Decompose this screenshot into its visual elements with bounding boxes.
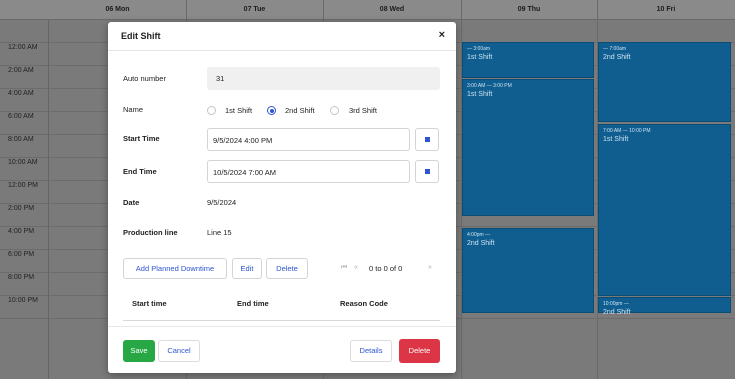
details-button[interactable]: Details <box>350 340 392 362</box>
edit-button[interactable]: Edit <box>232 258 262 279</box>
day-header-tue[interactable]: 07 Tue <box>186 0 323 20</box>
production-line-value: Line 15 <box>207 228 232 237</box>
time-label: 12:00 AM <box>8 44 38 51</box>
event-name: 2nd Shift <box>467 240 495 247</box>
event-time: — 3:00am <box>467 46 491 52</box>
first-page-icon[interactable]: ⏮ <box>341 264 347 272</box>
end-time-label: End Time <box>123 167 157 176</box>
event-name: 1st Shift <box>467 91 493 98</box>
close-icon[interactable]: × <box>439 29 445 41</box>
prev-page-icon[interactable]: « <box>354 264 358 271</box>
time-label: 10:00 PM <box>8 297 38 304</box>
auto-number-label: Auto number <box>123 74 166 83</box>
date-value: 9/5/2024 <box>207 198 237 207</box>
event-time: 10:00pm — <box>603 301 629 307</box>
day-header-thu[interactable]: 09 Thu <box>461 0 597 20</box>
end-time-value: 10/5/2024 7:00 AM <box>213 168 276 177</box>
event-time: 4:00pm — <box>467 232 491 238</box>
cancel-button[interactable]: Cancel <box>158 340 200 362</box>
time-label: 12:00 PM <box>8 182 38 189</box>
shift-event[interactable]: — 7:00am 2nd Shift <box>598 42 731 122</box>
time-label: 6:00 PM <box>8 251 35 258</box>
auto-number-value: 31 <box>216 74 225 83</box>
radio-label-1st-shift[interactable]: 1st Shift <box>225 106 252 115</box>
add-planned-downtime-button[interactable]: Add Planned Downtime <box>123 258 227 279</box>
day-header-wed[interactable]: 08 Wed <box>323 0 461 20</box>
next-page-icon[interactable]: » <box>428 264 432 271</box>
name-label: Name <box>123 105 144 114</box>
time-label: 6:00 AM <box>8 113 34 120</box>
auto-number-field: 31 <box>207 67 440 90</box>
shift-event[interactable]: 7:00 AM — 10:00 PM 1st Shift <box>598 124 731 296</box>
column-header-start-time[interactable]: Start time <box>132 299 167 308</box>
event-name: 1st Shift <box>603 136 629 143</box>
time-label: 10:00 AM <box>8 159 38 166</box>
radio-label-3rd-shift[interactable]: 3rd Shift <box>349 106 377 115</box>
shift-event[interactable]: — 3:00am 1st Shift <box>462 42 594 78</box>
table-divider <box>123 320 440 321</box>
event-time: 7:00 AM — 10:00 PM <box>603 128 651 134</box>
radio-3rd-shift[interactable] <box>330 106 339 115</box>
radio-2nd-shift[interactable] <box>267 106 276 115</box>
event-name: 2nd Shift <box>603 54 631 61</box>
radio-1st-shift[interactable] <box>207 106 216 115</box>
modal-header: Edit Shift × <box>108 22 456 51</box>
calendar-icon[interactable] <box>415 128 439 151</box>
scheduler-header: 06 Mon 07 Tue 08 Wed 09 Thu 10 Fri <box>0 0 735 20</box>
shift-event[interactable]: 4:00pm — 2nd Shift <box>462 228 594 313</box>
pager-text: 0 to 0 of 0 <box>369 264 403 273</box>
shift-event[interactable]: 3:00 AM — 3:00 PM 1st Shift <box>462 79 594 216</box>
day-header-mon[interactable]: 06 Mon <box>49 0 186 20</box>
time-label: 2:00 PM <box>8 205 35 212</box>
delete-button[interactable]: Delete <box>399 339 440 363</box>
start-time-value: 9/5/2024 4:00 PM <box>213 136 273 145</box>
event-time: 3:00 AM — 3:00 PM <box>467 83 512 89</box>
day-header-fri[interactable]: 10 Fri <box>597 0 735 20</box>
production-line-label: Production line <box>123 228 178 237</box>
start-time-label: Start Time <box>123 134 160 143</box>
start-time-input[interactable]: 9/5/2024 4:00 PM <box>207 128 410 151</box>
event-time: — 7:00am <box>603 46 627 52</box>
radio-label-2nd-shift[interactable]: 2nd Shift <box>285 106 315 115</box>
column-header-end-time[interactable]: End time <box>237 299 269 308</box>
time-label: 4:00 AM <box>8 90 34 97</box>
column-header-reason-code[interactable]: Reason Code <box>340 299 388 308</box>
event-name: 2nd Shift <box>603 309 631 316</box>
modal-title: Edit Shift <box>121 31 161 41</box>
time-label: 2:00 AM <box>8 67 34 74</box>
footer-divider <box>108 326 456 327</box>
calendar-icon[interactable] <box>415 160 439 183</box>
time-label: 8:00 PM <box>8 274 35 281</box>
save-button[interactable]: Save <box>123 340 155 362</box>
time-label: 8:00 AM <box>8 136 34 143</box>
end-time-input[interactable]: 10/5/2024 7:00 AM <box>207 160 410 183</box>
date-label: Date <box>123 198 140 207</box>
edit-shift-modal: Edit Shift × Auto number 31 Name 1st Shi… <box>108 22 456 373</box>
shift-event[interactable]: 10:00pm — 2nd Shift <box>598 297 731 316</box>
event-name: 1st Shift <box>467 54 493 61</box>
delete-downtime-button[interactable]: Delete <box>266 258 308 279</box>
time-label: 4:00 PM <box>8 228 35 235</box>
